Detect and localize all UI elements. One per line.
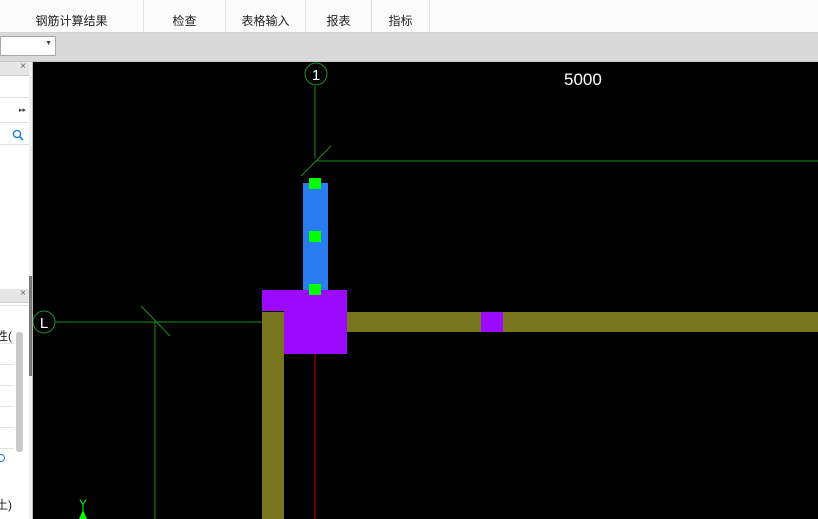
tab-table-input[interactable]: 表格输入	[226, 0, 306, 32]
property-panel-header: ×	[0, 288, 29, 303]
ribbon-tab-bar: 钢筋计算结果 检查 表格输入 报表 指标	[0, 0, 818, 33]
grid-row-line	[0, 343, 14, 344]
search-icon[interactable]	[12, 128, 24, 141]
property-column-header: 性(	[0, 329, 12, 343]
app-window: 钢筋计算结果 检查 表格输入 报表 指标 ▼ × ▸▸ × () 1 L Y …	[0, 0, 818, 519]
axis-label-1: 1	[312, 67, 320, 84]
column-main[interactable]	[284, 290, 347, 354]
beam-vertical[interactable]	[262, 312, 284, 519]
close-icon[interactable]: ×	[20, 62, 26, 72]
drawing-canvas[interactable]: 1 L Y 5000	[33, 62, 818, 519]
dimension-label: 5000	[564, 70, 602, 89]
divider	[0, 97, 29, 98]
grid-row-line	[0, 385, 14, 386]
beam-horizontal[interactable]	[347, 312, 818, 332]
grip-handle-middle[interactable]	[309, 231, 321, 242]
column-small[interactable]	[481, 312, 503, 332]
divider	[0, 305, 29, 306]
grip-handle-bottom[interactable]	[309, 284, 321, 295]
nav-panel-header: ×	[0, 62, 29, 76]
axis-label-L: L	[40, 315, 48, 332]
toolbar: ▼	[0, 33, 818, 62]
close-icon[interactable]: ×	[20, 288, 26, 299]
concrete-property-text: 土)	[0, 498, 12, 512]
grid-row-line	[0, 448, 14, 449]
link-icon[interactable]	[0, 454, 5, 462]
floor-select-combo[interactable]: ▼	[0, 36, 56, 56]
divider	[0, 144, 29, 145]
grid-row-line	[0, 406, 14, 407]
tab-indicators[interactable]: 指标	[372, 0, 430, 32]
tab-check[interactable]: 检查	[144, 0, 226, 32]
expand-arrows-icon[interactable]: ▸▸	[19, 106, 26, 114]
tab-report[interactable]: 报表	[306, 0, 372, 32]
grid-row-line	[0, 364, 14, 365]
ucs-y-label: Y	[79, 497, 87, 511]
cad-drawing: 1 L Y	[33, 62, 818, 519]
panel-splitter-handle[interactable]	[29, 276, 32, 376]
grip-handle-top[interactable]	[309, 178, 321, 189]
chevron-down-icon[interactable]: ▼	[45, 40, 52, 47]
property-scrollbar[interactable]	[16, 332, 23, 452]
grid-row-line	[0, 427, 14, 428]
divider	[0, 122, 29, 123]
tab-rebar-calc-results[interactable]: 钢筋计算结果	[0, 0, 144, 32]
ucs-y-arrow-icon	[79, 510, 87, 519]
left-dock-panel: × ▸▸ × 性( 土)	[0, 62, 33, 519]
